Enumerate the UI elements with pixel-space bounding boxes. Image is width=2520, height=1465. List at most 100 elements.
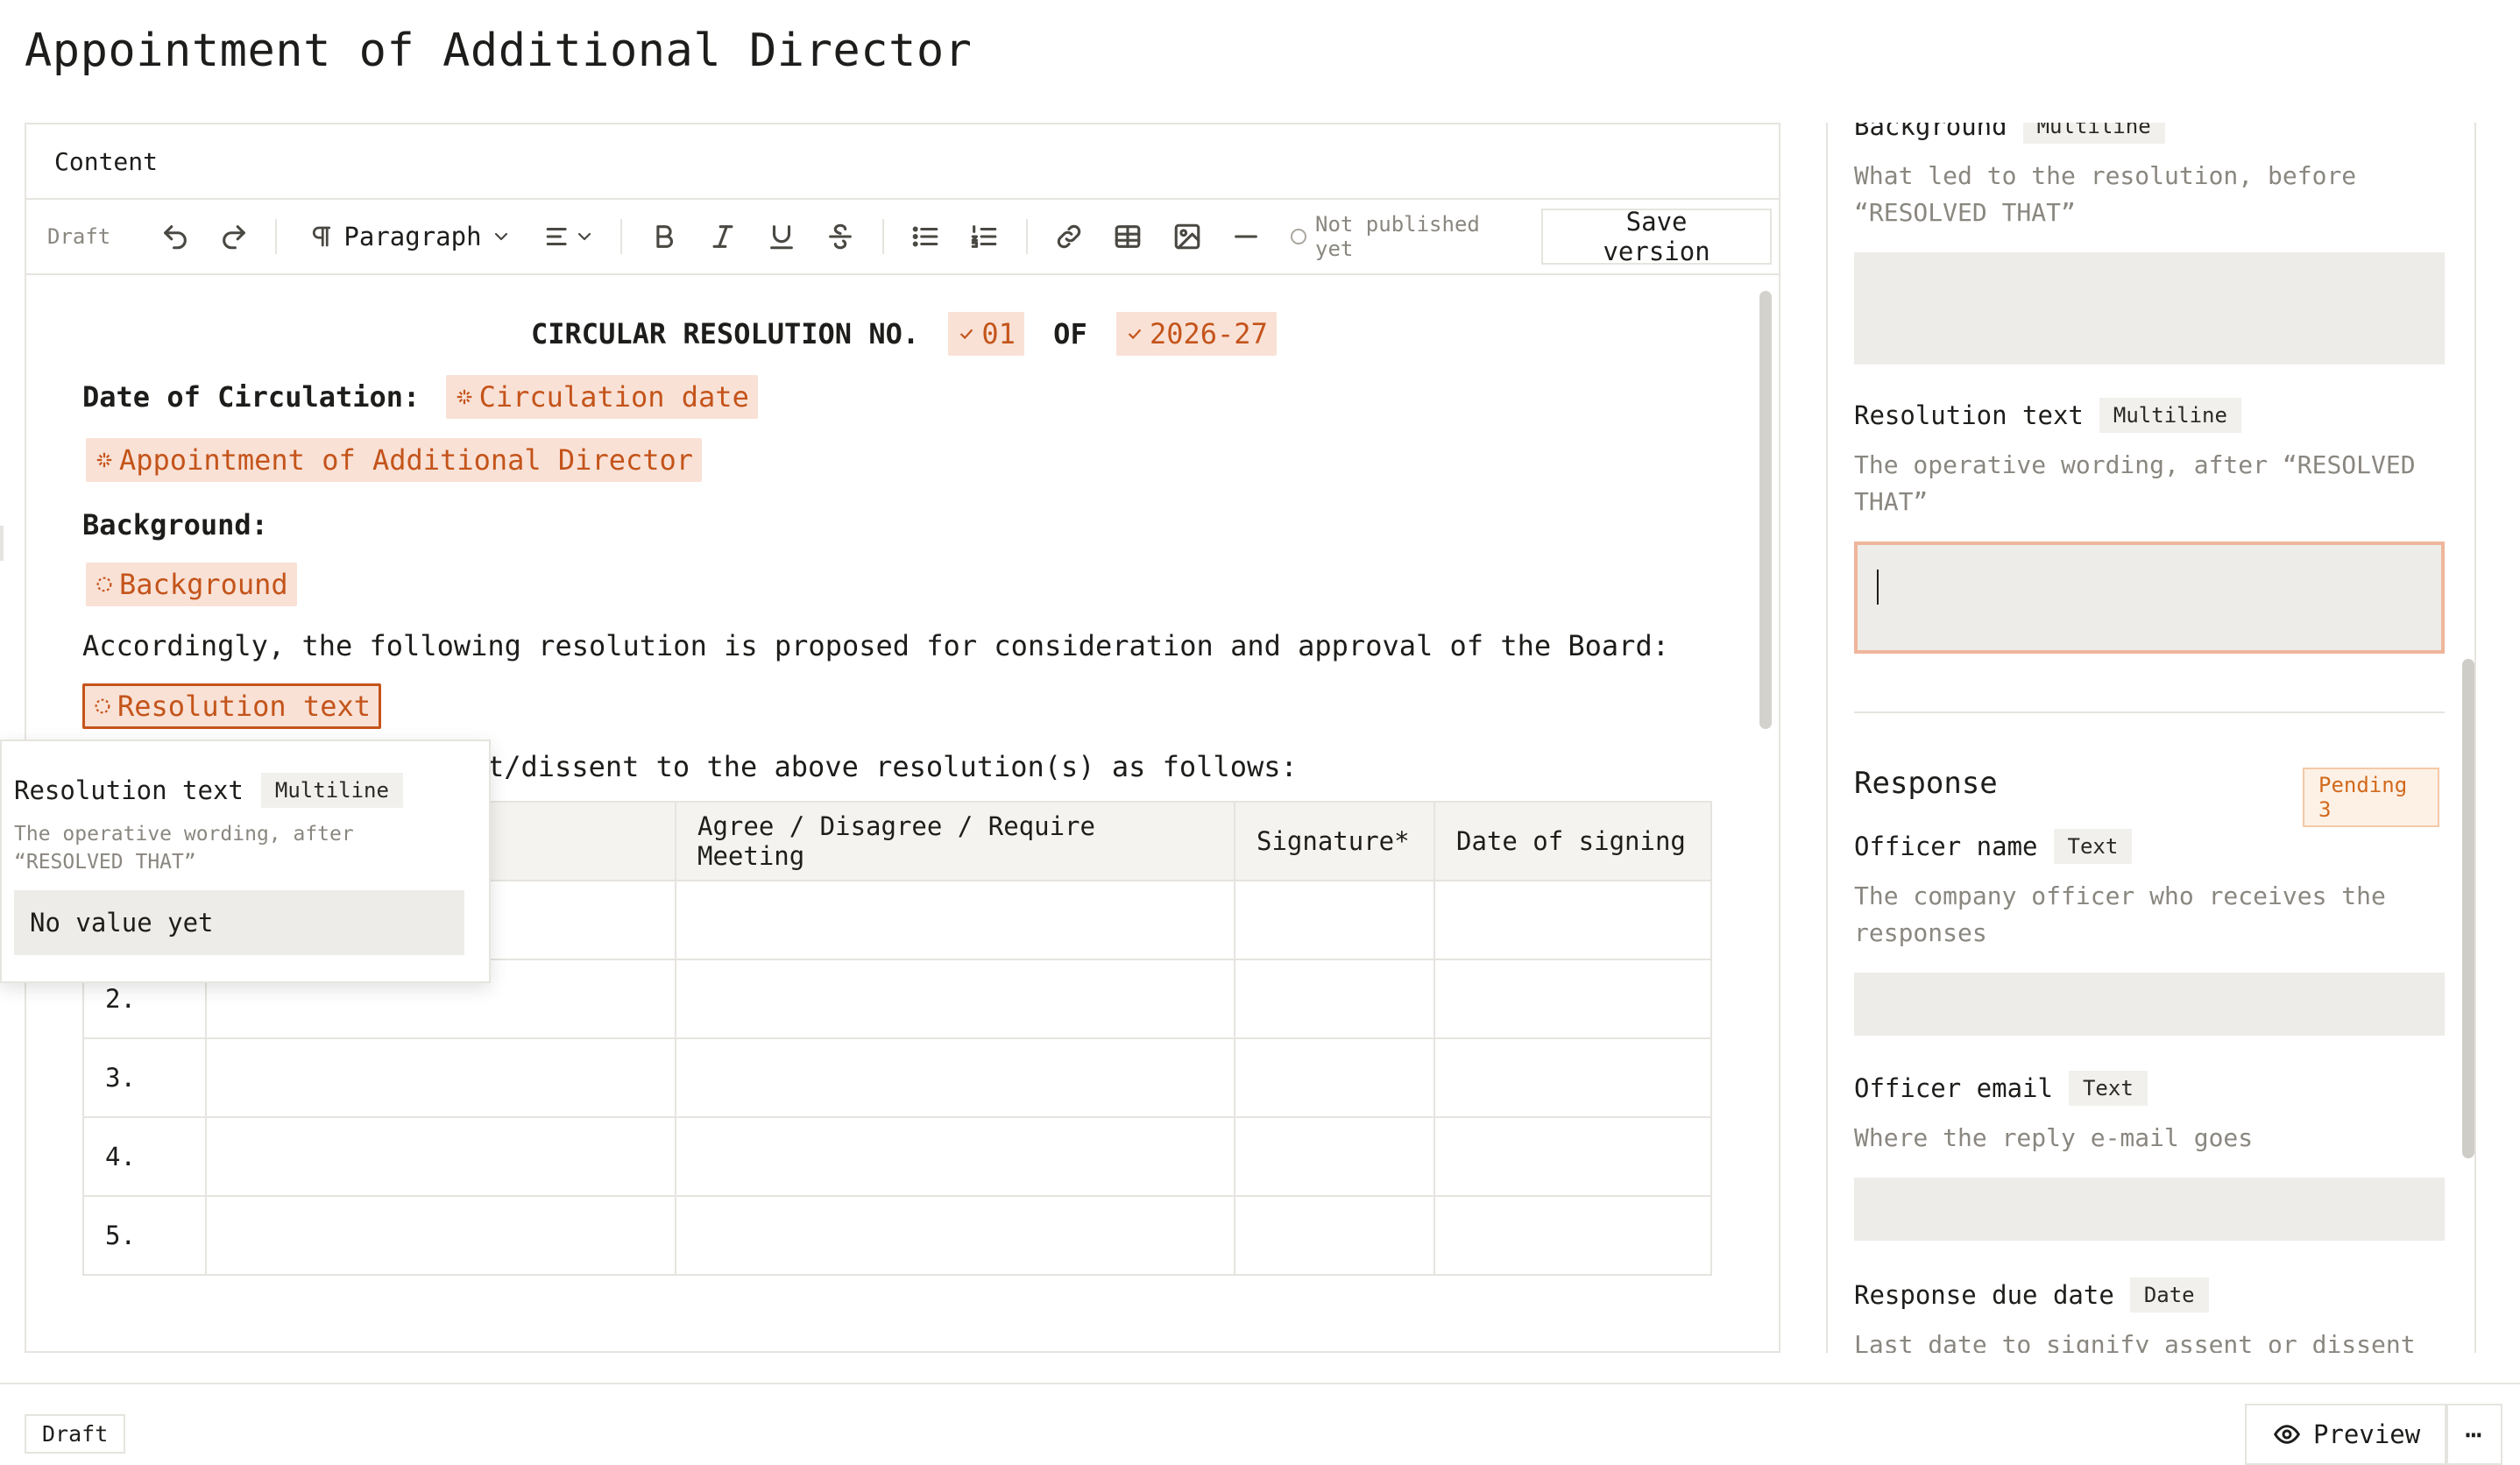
strikethrough-button[interactable]: [811, 210, 870, 263]
background-input[interactable]: [1854, 252, 2445, 364]
table-cell[interactable]: [675, 1116, 1235, 1197]
field-response-due-date: Response due date Date Last date to sign…: [1854, 1277, 2445, 1353]
table-cell[interactable]: [1433, 959, 1712, 1039]
field-type-tag: Date: [2129, 1277, 2209, 1313]
draft-badge: Draft: [25, 1414, 126, 1454]
left-edge-handle: [0, 526, 4, 561]
table-cell[interactable]: [205, 1037, 676, 1118]
title-line: Appointment of Additional Director: [86, 438, 703, 482]
underline-button[interactable]: [753, 210, 811, 263]
table-row[interactable]: 5.: [82, 1195, 1712, 1276]
table-cell[interactable]: [1433, 1116, 1712, 1197]
table-cell[interactable]: [205, 1195, 676, 1276]
popover-header: Resolution text Multiline: [14, 773, 403, 808]
resolution-text-input[interactable]: [1854, 541, 2445, 654]
table-cell[interactable]: [1234, 959, 1435, 1039]
check-icon: [960, 329, 973, 340]
table-row[interactable]: 3.: [82, 1037, 1712, 1118]
officer-email-input[interactable]: [1854, 1178, 2445, 1241]
footer-divider: [0, 1383, 2520, 1384]
table-cell[interactable]: [1234, 1037, 1435, 1118]
align-dropdown[interactable]: [531, 210, 609, 263]
sparkle-icon: [457, 389, 471, 405]
field-background: Background Multiline What led to the res…: [1854, 123, 2445, 364]
image-icon: [1174, 223, 1200, 250]
resolution-text-chip[interactable]: Resolution text: [82, 683, 381, 729]
table-icon: [1115, 225, 1141, 248]
publish-status-text: Not published yet: [1315, 212, 1480, 261]
chevron-down-icon: [494, 232, 507, 241]
year-chip[interactable]: 2026-27: [1115, 312, 1277, 356]
table-cell[interactable]: [675, 1037, 1235, 1118]
check-icon: [1128, 329, 1142, 340]
editor-scrollbar[interactable]: [1752, 275, 1779, 1351]
officer-name-input[interactable]: [1854, 973, 2445, 1036]
table-cell[interactable]: [1234, 1116, 1435, 1197]
preview-label: Preview: [2313, 1419, 2421, 1449]
resolution-number-chip[interactable]: 01: [948, 312, 1024, 356]
background-chip[interactable]: Background: [86, 563, 297, 606]
table-cell[interactable]: [675, 1195, 1235, 1276]
table-button[interactable]: [1099, 210, 1157, 263]
circulation-date-chip[interactable]: Circulation date: [445, 375, 758, 419]
panel-scrollbar-thumb[interactable]: [2462, 659, 2474, 1158]
table-cell[interactable]: [1234, 1195, 1435, 1276]
content-editor: Content Draft Paragraph Not published ye…: [25, 123, 1780, 1353]
table-cell[interactable]: [1433, 1037, 1712, 1118]
resolution-heading: CIRCULAR RESOLUTION NO. 01 OF 2026-27: [531, 312, 1277, 356]
redo-button[interactable]: [204, 210, 263, 263]
page-title: Appointment of Additional Director: [25, 25, 973, 77]
title-chip[interactable]: Appointment of Additional Director: [86, 438, 703, 482]
resolution-line: Resolution text: [82, 683, 381, 729]
preview-button[interactable]: Preview: [2245, 1404, 2449, 1465]
table-cell[interactable]: [1234, 880, 1435, 960]
assent-text: t/dissent to the above resolution(s) as …: [487, 750, 1298, 783]
row-number: 3.: [82, 1037, 207, 1118]
title-chip-label: Appointment of Additional Director: [119, 443, 694, 477]
table-row[interactable]: 4.: [82, 1116, 1712, 1197]
table-cell[interactable]: [205, 1116, 676, 1197]
field-type-tag: Multiline: [2022, 123, 2165, 144]
panel-scrollbar[interactable]: [2453, 123, 2480, 1353]
italic-button[interactable]: [693, 210, 752, 263]
publish-status: Not published yet: [1291, 212, 1527, 261]
save-version-button[interactable]: Save version: [1541, 207, 1772, 266]
date-label: Date of Circulation:: [82, 380, 421, 414]
table-cell[interactable]: [1433, 1195, 1712, 1276]
resolution-chip-label: Resolution text: [117, 690, 371, 723]
numbered-list-button[interactable]: [955, 210, 1014, 263]
of-word: OF: [1053, 317, 1087, 350]
bullet-list-icon: [912, 226, 938, 247]
sparkle-icon: [96, 452, 112, 468]
more-options-button[interactable]: ⋯: [2445, 1404, 2502, 1465]
dashed-circle-icon: [96, 577, 112, 592]
editor-scrollbar-thumb[interactable]: [1759, 291, 1772, 729]
field-resolution-text: Resolution text Multiline The operative …: [1854, 398, 2445, 654]
status-dot-icon: [1291, 229, 1306, 244]
table-cell[interactable]: [675, 959, 1235, 1039]
table-header: Date of signing: [1433, 801, 1712, 881]
date-line: Date of Circulation: Circulation date: [82, 375, 758, 419]
paragraph-dropdown[interactable]: Paragraph: [289, 222, 530, 251]
image-button[interactable]: [1157, 210, 1216, 263]
chevron-down-icon: [577, 232, 591, 241]
field-label-text: Officer name: [1854, 832, 2038, 861]
accordingly-text: Accordingly, the following resolution is…: [82, 629, 1669, 662]
table-cell[interactable]: [1433, 880, 1712, 960]
align-left-icon: [546, 227, 567, 246]
field-type-tag: Text: [2053, 829, 2133, 864]
bullet-list-button[interactable]: [896, 210, 955, 263]
horizontal-rule-icon: [1234, 235, 1257, 238]
field-popover: Resolution text Multiline The operative …: [0, 740, 491, 983]
pending-badge: Pending 3: [2303, 768, 2439, 827]
toolbar-divider: [275, 219, 278, 254]
table-cell[interactable]: [675, 880, 1235, 960]
horizontal-rule-button[interactable]: [1216, 210, 1275, 263]
table-header: Agree / Disagree / Require Meeting: [675, 801, 1235, 881]
pilcrow-icon: [313, 226, 331, 247]
field-description: Last date to signify assent or dissent: [1854, 1330, 2416, 1353]
circulation-date-label: Circulation date: [478, 380, 749, 414]
undo-button[interactable]: [145, 210, 204, 263]
bold-button[interactable]: [634, 210, 693, 263]
link-button[interactable]: [1040, 210, 1099, 263]
